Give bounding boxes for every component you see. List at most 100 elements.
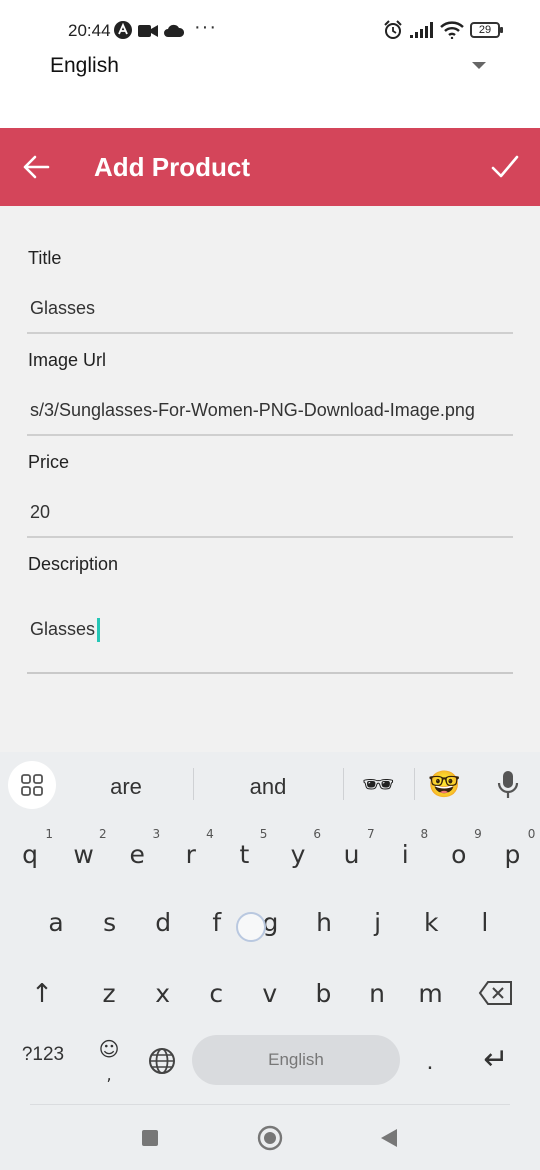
key-k[interactable]: k [404,893,458,953]
key-c-label: c [209,979,224,1008]
backspace-icon[interactable] [478,980,514,1006]
key-z[interactable]: z [82,964,136,1024]
price-input[interactable]: 20 [30,502,514,523]
page-title: Add Product [94,152,250,182]
key-q[interactable]: q1 [3,825,57,885]
key-v-label: v [262,979,278,1008]
smiley-icon: ☺ [98,1037,120,1061]
signal-icon [410,22,433,38]
language-dropdown[interactable]: English [0,48,540,88]
suggestion-2[interactable]: and [228,774,308,800]
suggestion-divider [343,768,344,800]
key-x-label: x [155,979,170,1008]
key-f-label: f [212,908,222,937]
key-e[interactable]: e3 [110,825,164,885]
space-bar[interactable]: English [192,1035,400,1085]
key-z-label: z [102,979,116,1008]
key-w[interactable]: w2 [57,825,111,885]
key-c[interactable]: c [189,964,243,1024]
app-bar: Add Product [0,128,540,206]
key-d-label: d [155,908,172,937]
enter-key[interactable]: ↵ [476,1042,516,1077]
microphone-icon[interactable] [496,770,520,800]
key-j[interactable]: j [351,893,405,953]
description-label: Description [28,554,119,574]
touch-indicator [236,912,266,942]
title-input[interactable]: Glasses [30,298,514,319]
key-b[interactable]: b [296,964,350,1024]
image-url-underline [27,434,513,436]
key-d[interactable]: d [136,893,190,953]
key-p-hint: 0 [527,827,536,841]
home-button-icon[interactable] [257,1125,283,1151]
period-key[interactable]: . [418,1048,442,1076]
save-check-icon[interactable] [490,153,520,181]
text-cursor [97,618,101,642]
key-s-label: s [103,908,117,937]
key-n-label: n [369,979,385,1008]
key-h-label: h [316,908,332,937]
key-t-hint: 5 [259,827,268,841]
globe-icon[interactable] [147,1046,177,1076]
nav-divider [30,1104,510,1105]
video-camera-icon [138,25,158,37]
key-l[interactable]: l [458,893,512,953]
key-h[interactable]: h [297,893,351,953]
key-q-label: q [22,840,38,869]
key-s[interactable]: s [83,893,137,953]
key-p[interactable]: p0 [485,825,539,885]
shift-key[interactable]: ↑ [16,964,68,1024]
image-url-label: Image Url [28,350,107,370]
back-arrow-icon[interactable] [22,153,50,181]
key-r-hint: 4 [206,827,214,841]
key-a-label: a [48,908,64,937]
symbols-key[interactable]: ?123 [14,1044,72,1066]
key-n[interactable]: n [350,964,404,1024]
back-button-icon[interactable] [380,1128,398,1148]
key-o[interactable]: o9 [432,825,486,885]
key-o-label: o [451,840,467,869]
wifi-icon [440,21,464,39]
key-y-label: y [290,840,306,869]
key-u-hint: 7 [366,827,375,841]
key-u[interactable]: u7 [325,825,379,885]
grid-icon [21,774,43,796]
key-x[interactable]: x [136,964,190,1024]
price-underline [27,536,513,538]
dropdown-caret-icon [472,62,486,69]
recents-button[interactable] [142,1130,158,1146]
title-underline [27,332,513,334]
key-i-hint: 8 [420,827,429,841]
key-m[interactable]: m [404,964,458,1024]
language-selected-value: English [50,54,119,77]
comma-label: , [106,1065,112,1084]
image-url-input[interactable]: s/3/Sunglasses-For-Women-PNG-Download-Im… [30,400,514,421]
key-r-label: r [185,840,196,869]
cloud-icon [164,24,184,37]
product-form: Title Glasses Image Url s/3/Sunglasses-F… [0,206,540,752]
keyboard-menu-button[interactable] [8,761,56,809]
emoji-key[interactable]: ☺, [94,1037,124,1085]
key-e-label: e [129,840,145,869]
suggestion-bar: are and 🕶 🤓 [0,752,540,818]
key-v[interactable]: v [243,964,297,1024]
description-text: Glasses [30,618,96,639]
notification-app-icon [114,21,132,39]
description-input[interactable]: Glasses [30,618,514,642]
key-t[interactable]: t5 [217,825,271,885]
emoji-suggestion-sunglasses[interactable]: 🕶 [362,769,395,800]
key-a[interactable]: a [29,893,83,953]
suggestion-1[interactable]: are [86,774,166,800]
suggestion-divider [193,768,194,800]
battery-icon: 29 [470,22,503,38]
key-k-label: k [423,908,439,937]
system-nav-bar [0,1104,540,1170]
key-i[interactable]: i8 [378,825,432,885]
alarm-icon [384,20,402,39]
key-o-hint: 9 [474,827,482,841]
key-l-label: l [481,908,489,937]
key-r[interactable]: r4 [164,825,218,885]
key-p-label: p [504,840,521,869]
key-y[interactable]: y6 [271,825,325,885]
emoji-suggestion-nerd[interactable]: 🤓 [428,769,460,800]
